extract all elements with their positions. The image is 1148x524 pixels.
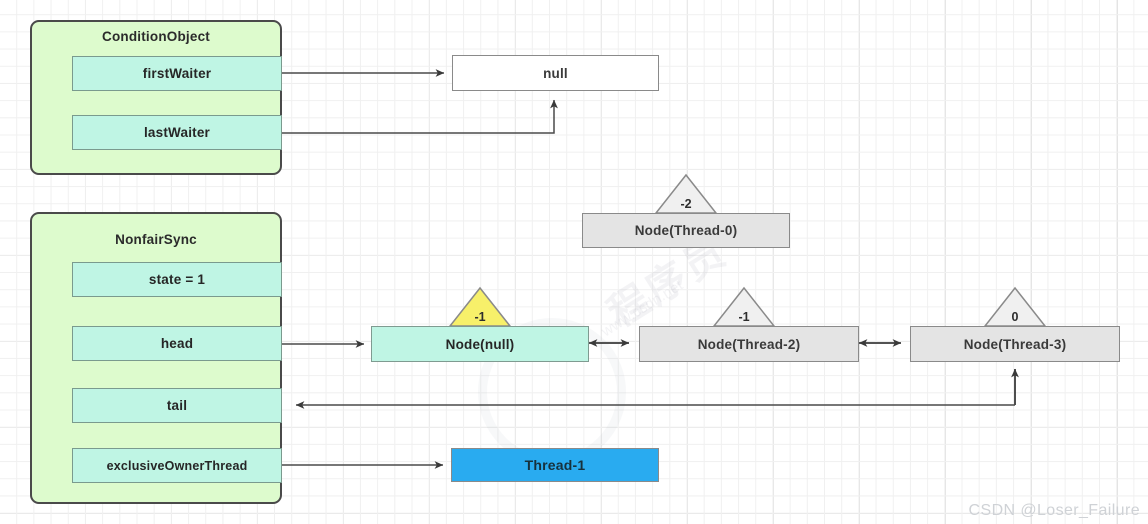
edge-node-thread-3-to-tail [295, 368, 1019, 409]
badge-node-thread-2: -1 [712, 286, 776, 327]
badge-node-thread-0: -2 [654, 173, 718, 214]
credit-watermark: CSDN @Loser_Failure [968, 502, 1140, 519]
group-title-nonfair-sync: NonfairSync [115, 232, 197, 247]
field-exclusive-owner-thread[interactable]: exclusiveOwnerThread [72, 448, 282, 483]
badge-label: -1 [738, 310, 750, 324]
badge-label: -2 [680, 197, 692, 211]
badge-node-null: -1 [448, 286, 512, 327]
field-head[interactable]: head [72, 326, 282, 361]
edge-last-waiter-to-null [281, 99, 558, 134]
group-condition-object[interactable]: ConditionObject [30, 20, 282, 175]
badge-label: -1 [474, 310, 486, 324]
field-state[interactable]: state = 1 [72, 262, 282, 297]
badge-label: 0 [1011, 310, 1019, 324]
node-thread-0[interactable]: Node(Thread-0) [582, 213, 790, 248]
field-first-waiter[interactable]: firstWaiter [72, 56, 282, 91]
node-null-value[interactable]: null [452, 55, 659, 91]
node-thread-3[interactable]: Node(Thread-3) [910, 326, 1120, 362]
node-thread-2[interactable]: Node(Thread-2) [639, 326, 859, 362]
diagram-canvas: 程序员 www.csdn.net ConditionObject firstWa… [0, 0, 1148, 524]
group-title-condition-object: ConditionObject [102, 29, 210, 44]
node-null[interactable]: Node(null) [371, 326, 589, 362]
field-tail[interactable]: tail [72, 388, 282, 423]
field-last-waiter[interactable]: lastWaiter [72, 115, 282, 150]
node-thread-1[interactable]: Thread-1 [451, 448, 659, 482]
badge-node-thread-3: 0 [983, 286, 1047, 327]
